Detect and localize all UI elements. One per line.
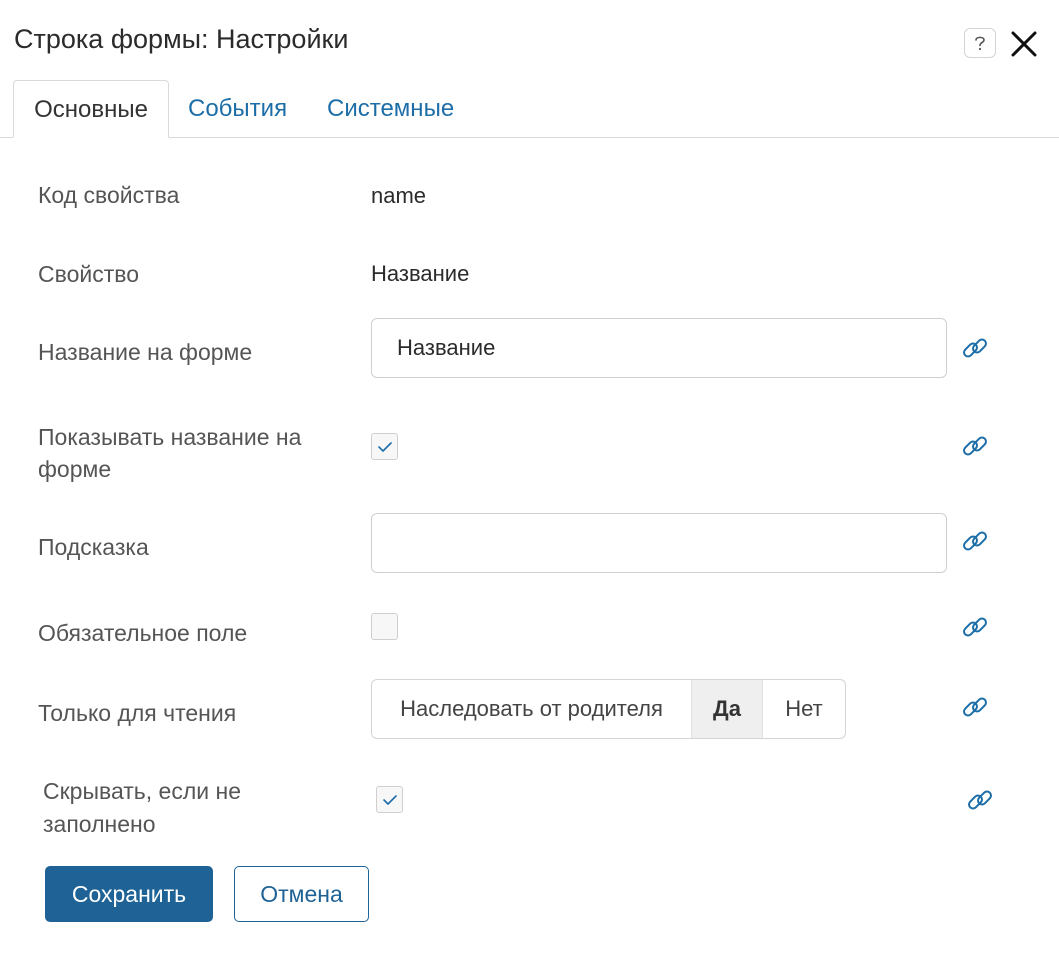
form-name-label: Название на форме [38, 339, 253, 365]
hide-if-empty-checkbox[interactable] [376, 786, 403, 813]
checkmark-icon [377, 441, 392, 452]
tab-events[interactable]: События [188, 80, 287, 137]
tab-system[interactable]: Системные [327, 80, 454, 137]
close-button[interactable] [1008, 28, 1040, 60]
property-code-value: name [371, 183, 427, 208]
tab-main[interactable]: Основные [13, 80, 169, 138]
property-value: Название [371, 261, 470, 286]
property-code-label: Код свойства [38, 182, 180, 208]
show-name-checkbox[interactable] [371, 433, 398, 460]
show-name-label-line1: Показывать название на [38, 424, 302, 450]
link-icon[interactable] [960, 612, 990, 642]
link-icon[interactable] [965, 785, 995, 815]
required-label: Обязательное поле [38, 620, 248, 646]
read-only-segmented-control: Наследовать от родителя Да Нет [371, 679, 846, 739]
link-icon[interactable] [960, 526, 990, 556]
required-checkbox[interactable] [371, 613, 398, 640]
cancel-button[interactable]: Отмена [234, 866, 369, 922]
question-icon [975, 36, 985, 51]
show-name-label-line2: форме [38, 456, 112, 482]
help-button[interactable] [964, 28, 996, 58]
hint-label: Подсказка [38, 534, 149, 560]
tab-bar: Основные События Системные [0, 80, 1059, 138]
hide-if-empty-label-line1: Скрывать, если не [43, 778, 241, 804]
read-only-option-yes[interactable]: Да [691, 680, 763, 738]
dialog-title: Строка формы: Настройки [14, 24, 349, 54]
link-icon[interactable] [960, 692, 990, 722]
form-name-input[interactable]: Название [371, 318, 947, 378]
property-label: Свойство [38, 261, 139, 287]
checkmark-icon [382, 794, 397, 805]
link-icon[interactable] [960, 333, 990, 363]
hint-input[interactable] [371, 513, 947, 573]
save-button[interactable]: Сохранить [45, 866, 213, 922]
read-only-option-no[interactable]: Нет [763, 680, 845, 738]
read-only-label: Только для чтения [38, 700, 237, 726]
close-icon [1011, 31, 1037, 57]
link-icon[interactable] [960, 431, 990, 461]
read-only-option-inherit[interactable]: Наследовать от родителя [372, 680, 691, 738]
hide-if-empty-label-line2: заполнено [43, 811, 156, 837]
